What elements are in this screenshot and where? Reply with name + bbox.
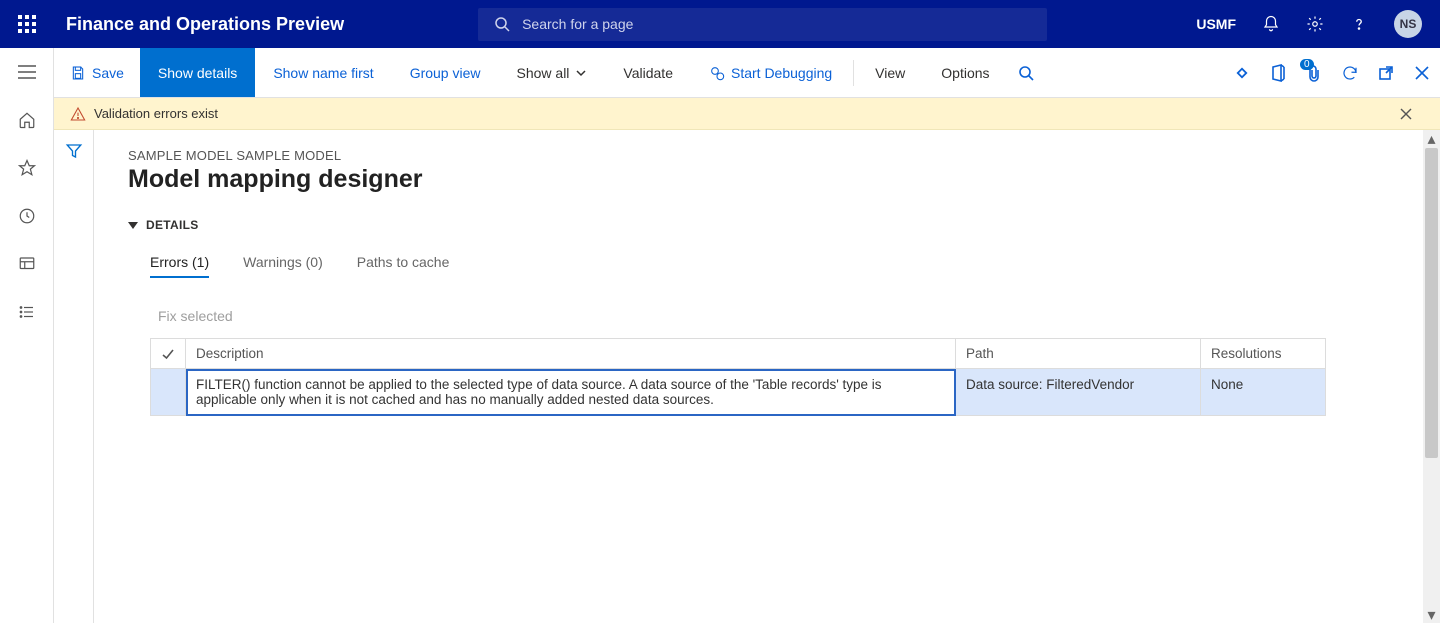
col-path[interactable]: Path (956, 339, 1201, 369)
select-all-header[interactable] (151, 339, 186, 369)
tab-errors[interactable]: Errors (1) (150, 254, 209, 278)
refresh-button[interactable] (1332, 55, 1368, 91)
refresh-icon (1341, 64, 1359, 82)
show-all-dropdown[interactable]: Show all (499, 48, 606, 97)
global-search-input[interactable]: Search for a page (478, 8, 1047, 41)
left-nav-rail (0, 48, 54, 623)
show-name-first-button[interactable]: Show name first (255, 48, 391, 97)
tab-paths[interactable]: Paths to cache (357, 254, 450, 278)
office-icon (1270, 64, 1286, 82)
validation-warning-banner: Validation errors exist (54, 98, 1440, 130)
search-placeholder: Search for a page (522, 16, 633, 32)
row-select-cell[interactable] (151, 369, 186, 416)
page-content: SAMPLE MODEL SAMPLE MODEL Model mapping … (94, 130, 1440, 623)
scrollbar-thumb[interactable] (1425, 148, 1438, 458)
nav-recent-button[interactable] (17, 206, 37, 226)
company-picker[interactable]: USMF (1196, 16, 1236, 32)
action-bar: Save Show details Show name first Group … (54, 48, 1440, 98)
question-icon (1350, 15, 1368, 33)
details-label: DETAILS (146, 218, 199, 232)
start-debugging-button[interactable]: Start Debugging (691, 48, 850, 97)
search-icon (494, 16, 510, 32)
chevron-down-icon (575, 67, 587, 79)
nav-favorites-button[interactable] (17, 158, 37, 178)
diamond-icon (1234, 65, 1250, 81)
hamburger-icon (18, 65, 36, 79)
details-tabs: Errors (1) Warnings (0) Paths to cache (128, 254, 1406, 278)
fix-selected-button[interactable]: Fix selected (158, 308, 1406, 324)
group-view-button[interactable]: Group view (392, 48, 499, 97)
office-button[interactable] (1260, 55, 1296, 91)
close-icon (1415, 66, 1429, 80)
breadcrumb: SAMPLE MODEL SAMPLE MODEL (128, 148, 1406, 163)
warning-triangle-icon (70, 106, 86, 122)
page-title: Model mapping designer (128, 165, 1406, 194)
validate-button[interactable]: Validate (605, 48, 691, 97)
debug-icon (709, 65, 725, 81)
product-title: Finance and Operations Preview (54, 14, 344, 35)
workspace-icon (18, 255, 36, 273)
view-menu[interactable]: View (857, 48, 923, 97)
attachments-badge: 0 (1300, 59, 1314, 70)
warning-text: Validation errors exist (94, 106, 218, 121)
close-page-button[interactable] (1404, 55, 1440, 91)
warning-close-button[interactable] (1396, 104, 1424, 124)
app-launcher-button[interactable] (0, 15, 54, 33)
waffle-icon (18, 15, 36, 33)
errors-grid: Description Path Resolutions FILTER() fu… (150, 338, 1326, 416)
details-section-toggle[interactable]: DETAILS (128, 218, 1406, 232)
cell-resolutions[interactable]: None (1201, 369, 1326, 416)
table-row[interactable]: FILTER() function cannot be applied to t… (151, 369, 1326, 416)
nav-home-button[interactable] (17, 110, 37, 130)
funnel-icon (65, 142, 83, 160)
attachments-button[interactable]: 0 (1296, 55, 1332, 91)
show-details-button[interactable]: Show details (140, 48, 255, 97)
check-icon (161, 347, 175, 361)
save-button[interactable]: Save (54, 48, 140, 97)
col-description[interactable]: Description (186, 339, 956, 369)
nav-modules-button[interactable] (17, 302, 37, 322)
help-button[interactable] (1350, 15, 1368, 33)
clock-icon (18, 207, 36, 225)
search-icon (1018, 65, 1034, 81)
caret-down-filled-icon (128, 220, 138, 230)
scroll-down-arrow-icon: ▾ (1423, 606, 1440, 623)
col-resolutions[interactable]: Resolutions (1201, 339, 1326, 369)
action-search-button[interactable] (1008, 55, 1044, 91)
filter-pane-toggle[interactable] (54, 130, 94, 623)
top-navbar: Finance and Operations Preview Search fo… (0, 0, 1440, 48)
vertical-scrollbar[interactable]: ▴ ▾ (1423, 130, 1440, 623)
close-icon (1400, 108, 1412, 120)
popout-icon (1378, 65, 1394, 81)
cell-path[interactable]: Data source: FilteredVendor (956, 369, 1201, 416)
home-icon (18, 111, 36, 129)
tab-warnings[interactable]: Warnings (0) (243, 254, 323, 278)
bell-icon (1262, 15, 1280, 33)
save-icon (70, 65, 86, 81)
scroll-up-arrow-icon: ▴ (1423, 130, 1440, 147)
cell-description[interactable]: FILTER() function cannot be applied to t… (186, 369, 956, 416)
popout-button[interactable] (1368, 55, 1404, 91)
notifications-button[interactable] (1262, 15, 1280, 33)
nav-workspaces-button[interactable] (17, 254, 37, 274)
options-menu[interactable]: Options (923, 48, 1007, 97)
personalize-button[interactable] (1224, 55, 1260, 91)
list-icon (18, 303, 36, 321)
settings-button[interactable] (1306, 15, 1324, 33)
gear-icon (1306, 15, 1324, 33)
star-icon (18, 159, 36, 177)
nav-collapse-button[interactable] (17, 62, 37, 82)
user-avatar[interactable]: NS (1394, 10, 1422, 38)
save-label: Save (92, 65, 124, 81)
